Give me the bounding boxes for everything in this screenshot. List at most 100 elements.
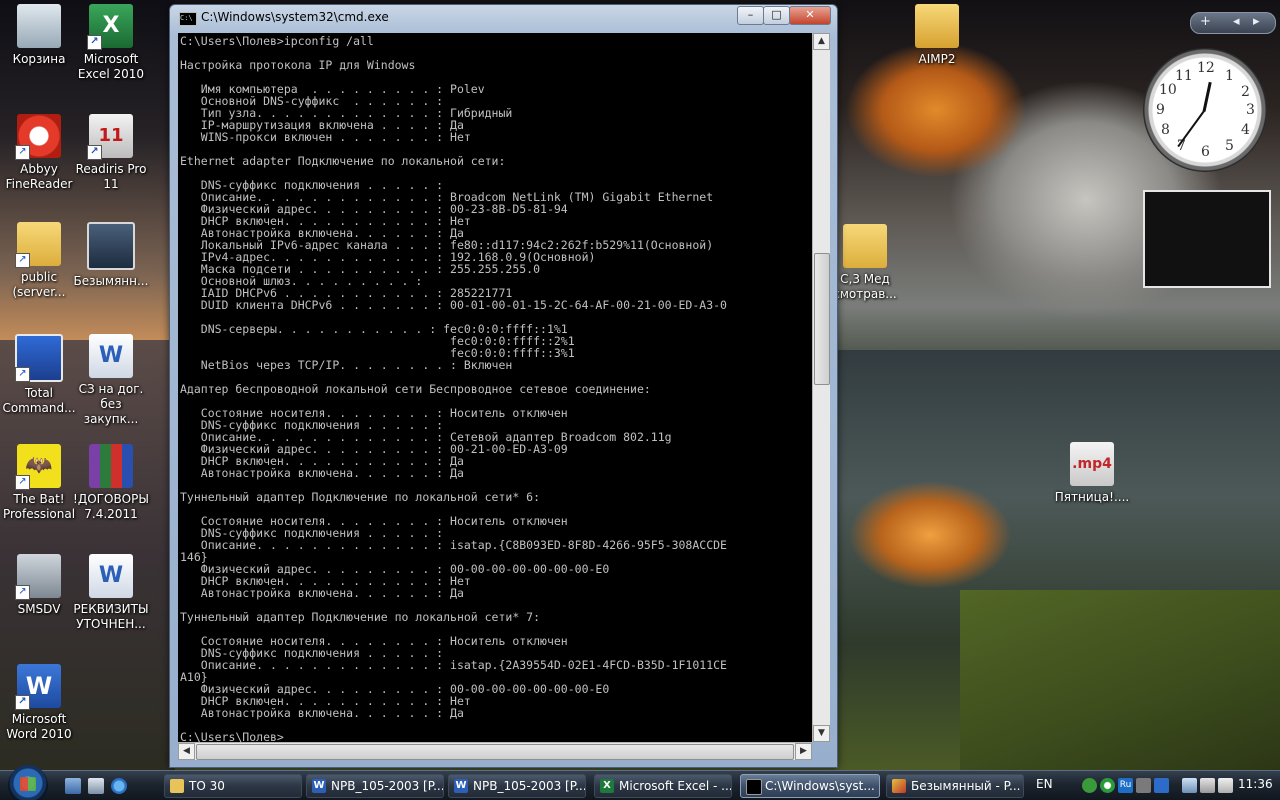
add-gadget-icon[interactable]: + — [1200, 14, 1211, 29]
desktop-icon-label: The Bat! Professional — [2, 492, 76, 521]
excel-icon: X ↗ — [87, 4, 133, 50]
desktop-icon-friday-video[interactable]: .mp4 Пятница!.... — [1052, 442, 1132, 505]
total-commander-icon: ↗ — [15, 334, 63, 382]
taskbar-item-label: Безымянный - P... — [911, 779, 1021, 793]
desktop-icon-rekvizity-doc[interactable]: W РЕКВИЗИТЫ УТОЧНЕН... — [72, 554, 150, 632]
clock-number: 10 — [1159, 82, 1177, 98]
desktop-icon-excel-2010[interactable]: X ↗ Microsoft Excel 2010 — [72, 4, 150, 82]
desktop-icon-label: СЗ на дог. без закупк... — [78, 382, 144, 426]
clock-number: 8 — [1161, 122, 1170, 138]
language-indicator[interactable]: EN — [1036, 777, 1053, 791]
taskbar-item-paint[interactable]: Безымянный - P... — [886, 774, 1024, 798]
cmd-titlebar[interactable]: C:\ C:\Windows\system32\cmd.exe – □ ✕ — [170, 5, 837, 31]
desktop-icon-label: Корзина — [12, 52, 66, 66]
show-desktop-icon[interactable] — [65, 778, 81, 794]
shortcut-arrow-icon: ↗ — [15, 367, 30, 382]
vertical-scrollbar[interactable]: ▲ ▼ — [812, 33, 830, 742]
desktop-icon-label: Пятница!.... — [1054, 490, 1130, 504]
slideshow-gadget-toucan-photo[interactable] — [1143, 190, 1271, 288]
desktop-icon-label: Abbyy FineReader — [5, 162, 73, 191]
switch-windows-icon[interactable] — [88, 778, 104, 794]
horizontal-scrollbar[interactable]: ◀ ▶ — [178, 742, 812, 760]
media-file-icon: .mp4 — [1070, 442, 1114, 486]
word-document-icon: W — [89, 334, 133, 378]
cmd-icon — [746, 779, 762, 795]
desktop-icon-label: Безымянн... — [73, 274, 149, 288]
shortcut-arrow-icon: ↗ — [87, 35, 102, 50]
clock-number: 11 — [1175, 68, 1193, 84]
cmd-window-icon: C:\ — [179, 12, 197, 26]
clock-number: 3 — [1246, 102, 1255, 118]
tray-device-icon[interactable] — [1136, 778, 1151, 793]
taskbar-item-cmd[interactable]: C:\Windows\syst... — [740, 774, 880, 798]
maximize-button[interactable]: □ — [763, 6, 790, 25]
taskbar-item-label: NPB_105-2003 [P... — [473, 779, 586, 793]
power-icon[interactable] — [1218, 778, 1233, 793]
desktop-icon-sz-doc[interactable]: W СЗ на дог. без закупк... — [72, 334, 150, 427]
taskbar-item-to30-folder[interactable]: TO 30 — [164, 774, 302, 798]
taskbar-item-excel[interactable]: X Microsoft Excel - ... — [594, 774, 732, 798]
desktop-icon-the-bat[interactable]: 🦇 ↗ The Bat! Professional — [0, 444, 78, 522]
scroll-left-button[interactable]: ◀ — [178, 743, 195, 760]
desktop-icon-word-2010[interactable]: W ↗ Microsoft Word 2010 — [0, 664, 78, 742]
network-icon[interactable] — [1182, 778, 1197, 793]
desktop-icon-readiris[interactable]: 11 ↗ Readiris Pro 11 — [72, 114, 150, 192]
shortcut-arrow-icon: ↗ — [15, 585, 30, 600]
start-button[interactable] — [8, 765, 48, 800]
console-output-area[interactable]: C:\Users\Полев>ipconfig /all Настройка п… — [178, 33, 812, 742]
folder-icon — [843, 224, 887, 268]
scroll-down-button[interactable]: ▼ — [813, 725, 830, 742]
shortcut-arrow-icon: ↗ — [15, 475, 30, 490]
scroll-up-button[interactable]: ▲ — [813, 33, 830, 50]
recycle-bin-icon — [17, 4, 61, 48]
paint-icon — [892, 779, 906, 793]
desktop-icon-untitled-image[interactable]: Безымянн... — [72, 222, 150, 289]
desktop-icon-label: Microsoft Excel 2010 — [77, 52, 145, 81]
taskbar-item-label: C:\Windows\syst... — [765, 779, 875, 793]
desktop-icon-smsdv[interactable]: ↗ SMSDV — [0, 554, 78, 617]
desktop-icon-label: public (server... — [12, 270, 66, 299]
desktop-icon-total-commander[interactable]: ↗ Total Command... — [0, 334, 78, 416]
desktop-icon-aimp2[interactable]: AIMP2 — [898, 4, 976, 67]
clock-number: 6 — [1201, 144, 1210, 160]
desktop-icon-recycle-bin[interactable]: Корзина — [0, 4, 78, 67]
clock-gadget[interactable]: 12 1 2 3 4 5 6 7 8 9 10 11 — [1143, 48, 1267, 172]
desktop-icon-label: Readiris Pro 11 — [75, 162, 147, 191]
tray-app-icon[interactable] — [1082, 778, 1097, 793]
clock-number: 2 — [1241, 84, 1250, 100]
desktop-icon-abbyy-finereader[interactable]: ↗ Abbyy FineReader — [0, 114, 78, 192]
gadget-prev-icon[interactable]: ◂ — [1233, 14, 1240, 29]
word-icon: W — [454, 779, 468, 793]
scroll-right-button[interactable]: ▶ — [795, 743, 812, 760]
close-button[interactable]: ✕ — [789, 6, 831, 25]
the-bat-icon: 🦇 ↗ — [15, 444, 61, 490]
horizontal-scroll-thumb[interactable] — [196, 744, 794, 760]
desktop-icon-public-server[interactable]: ↗ public (server... — [0, 222, 78, 300]
shortcut-arrow-icon: ↗ — [15, 695, 30, 710]
console-text: C:\Users\Полев>ipconfig /all Настройка п… — [180, 34, 727, 742]
folder-icon — [915, 4, 959, 48]
volume-icon[interactable] — [1200, 778, 1215, 793]
taskbar-clock[interactable]: 11:36 — [1238, 777, 1273, 791]
desktop-icon-label: SMSDV — [17, 602, 61, 616]
desktop-icon-dogovory-archive[interactable]: !ДОГОВОРЫ 7.4.2011 — [72, 444, 150, 522]
folder-icon: ↗ — [15, 222, 61, 268]
keyboard-layout-icon[interactable]: Ru — [1118, 778, 1133, 793]
desktop-icon-label: AIMP2 — [918, 52, 956, 66]
vertical-scroll-thumb[interactable] — [814, 253, 830, 385]
taskbar-item-word-npb-1[interactable]: W NPB_105-2003 [P... — [306, 774, 444, 798]
gadget-next-icon[interactable]: ▸ — [1253, 14, 1260, 29]
bluetooth-icon[interactable] — [1154, 778, 1169, 793]
desktop-icon-label: Microsoft Word 2010 — [6, 712, 72, 741]
internet-explorer-icon[interactable] — [111, 778, 127, 794]
wallpaper-lake-reflection — [840, 470, 1020, 600]
tray-status-icon[interactable] — [1100, 778, 1115, 793]
desktop-icon-label: РЕКВИЗИТЫ УТОЧНЕН... — [73, 602, 149, 631]
taskbar-item-label: NPB_105-2003 [P... — [331, 779, 444, 793]
minimize-button[interactable]: – — [737, 6, 764, 25]
cmd-window: C:\ C:\Windows\system32\cmd.exe – □ ✕ C:… — [169, 4, 838, 768]
image-file-icon — [87, 222, 135, 270]
window-title: C:\Windows\system32\cmd.exe — [201, 10, 389, 24]
taskbar-item-word-npb-2[interactable]: W NPB_105-2003 [P... — [448, 774, 586, 798]
clock-number: 12 — [1197, 60, 1215, 76]
